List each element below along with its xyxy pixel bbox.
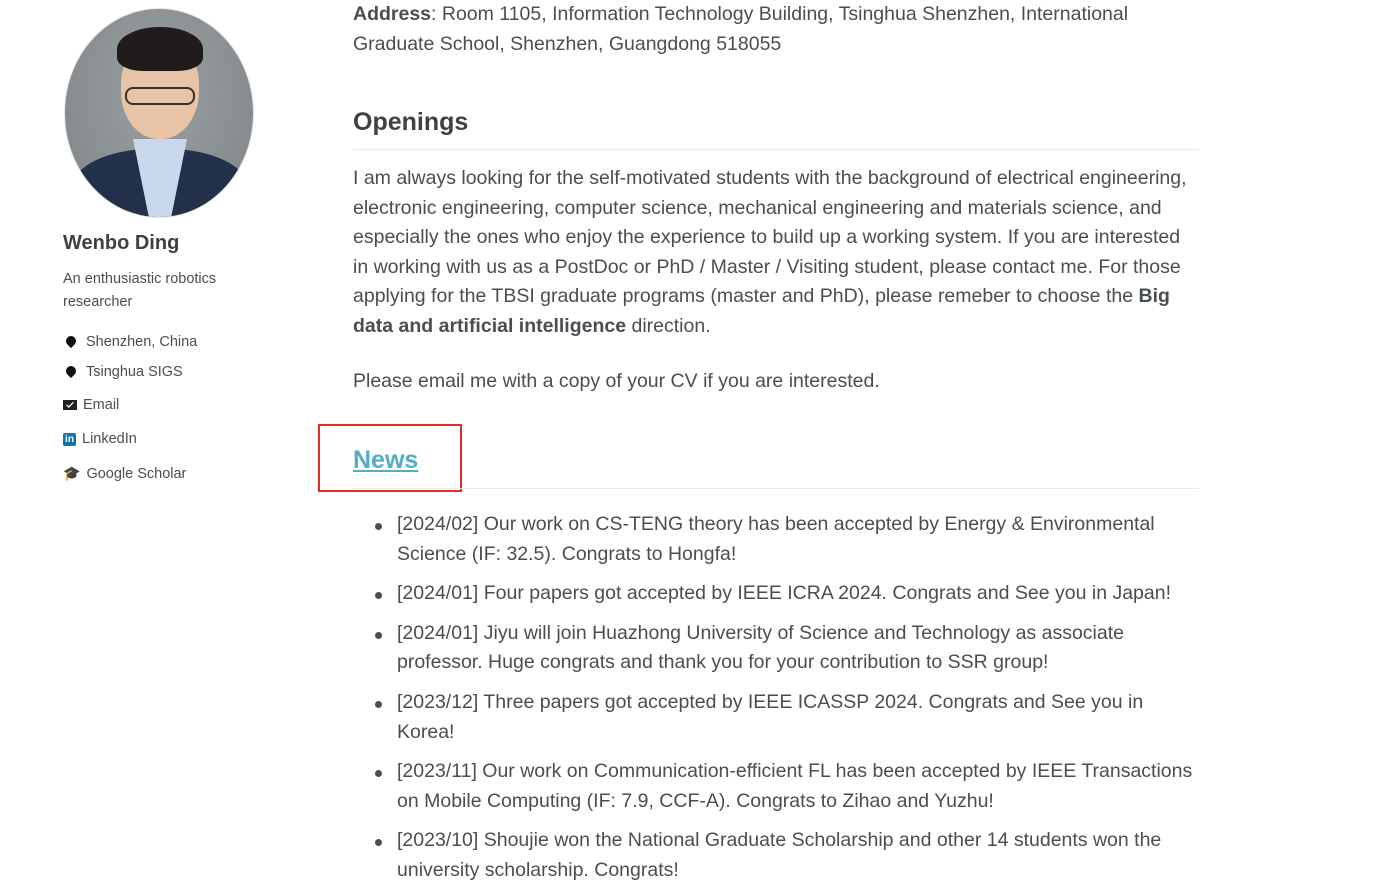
linkedin-link-label[interactable]: LinkedIn	[82, 431, 137, 447]
news-item: [2024/02] Our work on CS-TENG theory has…	[353, 510, 1199, 569]
author-bio: An enthusiastic robotics researcher	[63, 271, 217, 310]
author-link-google-scholar[interactable]: 🎓 Google Scholar	[63, 465, 186, 482]
author-avatar	[64, 8, 254, 218]
openings-heading: Openings	[353, 108, 469, 136]
location-pin-icon	[63, 363, 79, 378]
highlight-box	[318, 424, 462, 492]
envelope-icon	[63, 400, 77, 410]
news-item: [2023/11] Our work on Communication-effi…	[353, 757, 1199, 816]
email-note: Please email me with a copy of your CV i…	[353, 370, 880, 392]
openings-text-start: I am always looking for the self-motivat…	[353, 167, 1187, 308]
news-item: [2023/10] Shoujie won the National Gradu…	[353, 826, 1199, 885]
linkedin-icon: in	[63, 432, 76, 446]
address-paragraph: Address: Room 1105, Information Technolo…	[353, 0, 1199, 59]
news-item: [2023/12] Three papers got accepted by I…	[353, 688, 1199, 747]
news-list: [2024/02] Our work on CS-TENG theory has…	[353, 510, 1199, 896]
author-link-email[interactable]: Email	[63, 397, 119, 413]
news-item: [2024/01] Jiyu will join Huazhong Univer…	[353, 619, 1199, 678]
openings-paragraph: I am always looking for the self-motivat…	[353, 164, 1199, 342]
author-affiliation-label: Tsinghua SIGS	[86, 364, 183, 380]
avatar-hair	[117, 27, 203, 71]
location-pin-icon	[63, 333, 79, 348]
openings-text-end: direction.	[626, 314, 711, 337]
author-link-affiliation: Tsinghua SIGS	[63, 363, 183, 380]
openings-divider	[353, 149, 1199, 150]
address-label: Address	[353, 3, 432, 25]
avatar-glasses	[125, 87, 195, 105]
news-item: [2024/01] Four papers got accepted by IE…	[353, 579, 1199, 609]
graduation-cap-icon: 🎓	[63, 465, 81, 481]
google-scholar-link-label[interactable]: Google Scholar	[86, 466, 186, 482]
email-link-label[interactable]: Email	[83, 397, 119, 413]
author-name: Wenbo Ding	[63, 232, 180, 254]
author-link-location: Shenzhen, China	[63, 333, 198, 350]
address-value: : Room 1105, Information Technology Buil…	[353, 3, 1129, 55]
news-divider	[353, 488, 1199, 489]
author-location-label: Shenzhen, China	[86, 334, 198, 350]
author-link-linkedin[interactable]: in LinkedIn	[63, 431, 137, 447]
